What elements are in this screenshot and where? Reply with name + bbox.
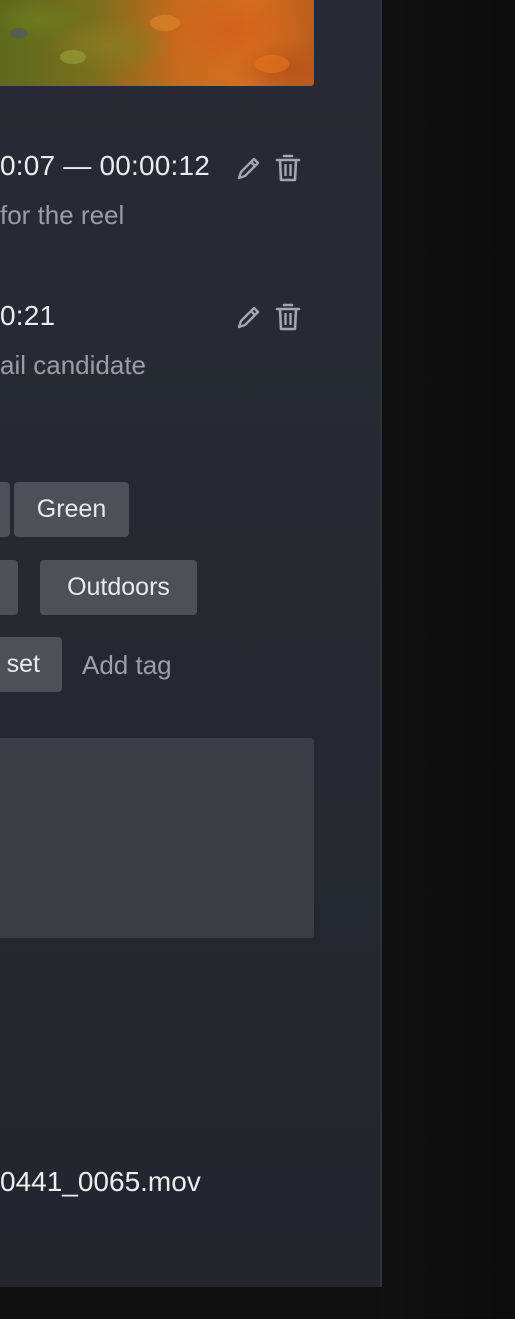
tag-chip[interactable]: Outdoors (40, 560, 197, 615)
bottom-bar (0, 1287, 382, 1319)
bookmark-time-range: 0:07 — 00:00:12 (0, 150, 211, 181)
bookmark-note: for the reel (0, 200, 125, 230)
panel-divider (380, 0, 382, 1287)
tag-chip[interactable] (0, 482, 10, 537)
tag-chip[interactable]: Green (14, 482, 129, 537)
tag-chip[interactable] (0, 560, 18, 615)
add-tag-input[interactable] (82, 645, 282, 685)
trash-icon[interactable] (273, 151, 303, 183)
file-name: 0441_0065.mov (0, 1166, 201, 1197)
trash-icon[interactable] (273, 300, 303, 332)
bookmark-time-range: 0:21 (0, 300, 56, 331)
pencil-icon[interactable] (233, 302, 263, 334)
viewer-background (382, 0, 515, 1319)
pencil-icon[interactable] (233, 153, 263, 185)
bookmark-item[interactable]: 0:21 ail candidate (0, 300, 320, 390)
bookmark-item[interactable]: 0:07 — 00:00:12 for the reel (0, 150, 320, 240)
tag-chip[interactable]: set (0, 637, 62, 692)
tag-chip-label: set (6, 650, 40, 678)
clip-thumbnail[interactable] (0, 0, 314, 86)
bookmark-note: ail candidate (0, 350, 146, 380)
notes-field[interactable] (0, 738, 314, 938)
inspector-panel: 0:07 — 00:00:12 for the reel 0:21 ail ca… (0, 0, 382, 1287)
